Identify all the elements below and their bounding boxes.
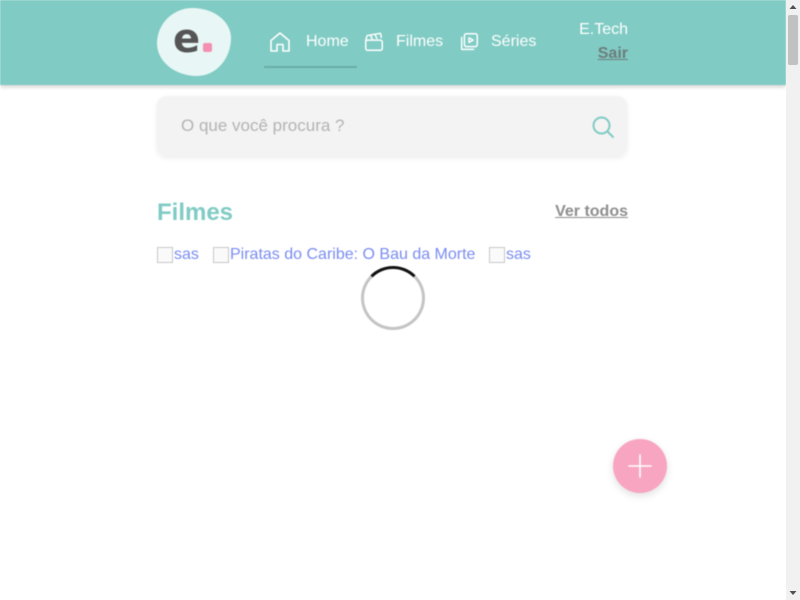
broken-image-icon bbox=[489, 247, 505, 263]
vertical-scrollbar[interactable] bbox=[786, 0, 800, 600]
add-button[interactable] bbox=[613, 439, 667, 493]
poster-alt-text: Piratas do Caribe: O Bau da Morte bbox=[230, 246, 476, 263]
scrollbar-thumb[interactable] bbox=[788, 15, 798, 65]
see-all-link[interactable]: Ver todos bbox=[555, 203, 628, 221]
search-input[interactable] bbox=[157, 96, 577, 156]
logo[interactable]: e bbox=[157, 8, 231, 76]
nav-item-label: Séries bbox=[491, 33, 537, 50]
search-bar bbox=[157, 96, 627, 156]
search-icon[interactable] bbox=[591, 115, 615, 139]
movie-poster[interactable]: sas bbox=[489, 246, 531, 264]
scroll-up-arrow-icon[interactable] bbox=[786, 0, 800, 14]
nav-item-home[interactable]: Home bbox=[268, 29, 349, 55]
loading-spinner bbox=[361, 266, 425, 330]
logout-link[interactable]: Sair bbox=[598, 45, 628, 63]
broken-image-icon bbox=[157, 247, 173, 263]
home-icon bbox=[270, 32, 290, 52]
logo-letter: e bbox=[173, 16, 201, 62]
nav-item-series[interactable]: Séries bbox=[458, 29, 536, 55]
nav-item-label: Home bbox=[306, 33, 349, 50]
page: e Home Filmes Séries E.Tech Sair O que v… bbox=[0, 0, 786, 600]
movie-poster[interactable]: sas bbox=[157, 246, 199, 264]
logo-dot bbox=[203, 43, 212, 52]
broken-image-icon bbox=[213, 247, 229, 263]
poster-alt-text: sas bbox=[506, 246, 531, 263]
active-nav-indicator bbox=[264, 66, 357, 68]
user-name: E.Tech bbox=[579, 21, 628, 38]
movie-poster[interactable]: Piratas do Caribe: O Bau da Morte bbox=[213, 246, 475, 264]
clapperboard-icon bbox=[365, 32, 383, 51]
poster-alt-text: sas bbox=[174, 246, 199, 263]
plus-icon bbox=[628, 454, 652, 478]
scroll-down-arrow-icon[interactable] bbox=[786, 586, 800, 600]
nav-item-label: Filmes bbox=[396, 33, 444, 50]
section-title: Filmes bbox=[157, 199, 234, 226]
video-library-icon bbox=[460, 33, 478, 51]
nav-item-filmes[interactable]: Filmes bbox=[363, 29, 443, 55]
top-navbar: e Home Filmes Séries E.Tech Sair bbox=[0, 0, 786, 85]
